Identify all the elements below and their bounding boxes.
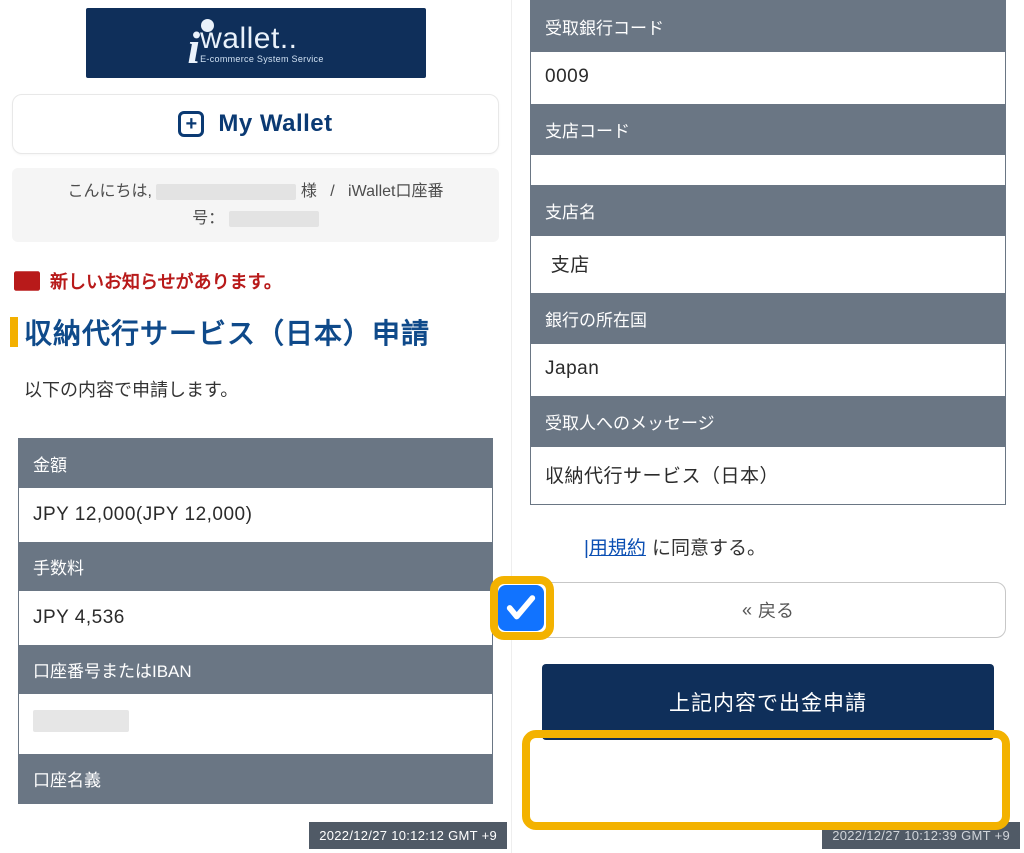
- bankcode-label: 受取銀行コード: [531, 1, 1005, 51]
- branchcode-value: [531, 154, 1005, 185]
- consent-row: |用規約に同意する。: [584, 533, 1006, 560]
- branchcode-label: 支店コード: [531, 104, 1005, 154]
- iban-value: [19, 694, 492, 754]
- greeting-box: こんにちは, 様 / iWallet口座番 号：: [12, 168, 499, 242]
- consent-suffix: に同意する。: [652, 533, 766, 560]
- greeting-acct-label2: 号：: [192, 210, 224, 227]
- branchname-label: 支店名: [531, 185, 1005, 235]
- right-panel: 受取銀行コード 0009 支店コード 支店名 支店 銀行の所在国 Japan 受…: [512, 0, 1024, 853]
- confirm-subnote: 以下の内容で申請します。: [24, 376, 487, 402]
- masked-account-number: [229, 211, 319, 227]
- masked-username: [156, 184, 296, 200]
- fee-value: JPY 4,536: [19, 591, 492, 645]
- timestamp-right: 2022/12/27 10:12:39 GMT +9: [822, 822, 1020, 849]
- message-value: 収納代行サービス（日本）: [531, 446, 1005, 504]
- request-summary-table: 金額 JPY 12,000(JPY 12,000) 手数料 JPY 4,536 …: [18, 438, 493, 804]
- greeting-sama: 様: [301, 183, 317, 200]
- country-label: 銀行の所在国: [531, 293, 1005, 343]
- notice-row[interactable]: 新しいお知らせがあります。: [14, 268, 497, 294]
- branchname-value: 支店: [531, 235, 1005, 293]
- holder-label: 口座名義: [19, 754, 492, 803]
- brand-logo: i wallet.. E-commerce System Service: [86, 8, 426, 78]
- plus-icon: +: [178, 111, 204, 137]
- back-label: 戻る: [758, 597, 794, 623]
- title-accent-bar: [10, 317, 18, 347]
- page-title-text: 収納代行サービス（日本）申請: [24, 312, 430, 352]
- amount-label: 金額: [19, 439, 492, 488]
- submit-label: 上記内容で出金申請: [669, 687, 867, 717]
- bank-details-table: 受取銀行コード 0009 支店コード 支店名 支店 銀行の所在国 Japan 受…: [530, 0, 1006, 505]
- chevron-left-icon: «: [742, 600, 752, 621]
- back-button[interactable]: « 戻る: [530, 582, 1006, 638]
- submit-withdrawal-button[interactable]: 上記内容で出金申請: [542, 664, 994, 740]
- masked-iban: [33, 710, 129, 732]
- message-label: 受取人へのメッセージ: [531, 396, 1005, 446]
- greeting-slash: /: [330, 183, 334, 200]
- my-wallet-label: My Wallet: [218, 110, 332, 138]
- country-value: Japan: [531, 343, 1005, 396]
- timestamp-left: 2022/12/27 10:12:12 GMT +9: [309, 822, 507, 849]
- left-panel: i wallet.. E-commerce System Service + M…: [0, 0, 512, 853]
- bankcode-value: 0009: [531, 51, 1005, 104]
- fee-label: 手数料: [19, 542, 492, 591]
- greeting-hello: こんにちは,: [68, 183, 152, 200]
- logo-wordmark: wallet..: [200, 22, 297, 56]
- terms-link[interactable]: |用規約: [584, 533, 646, 560]
- consent-checkbox[interactable]: [498, 585, 544, 631]
- amount-value: JPY 12,000(JPY 12,000): [19, 488, 492, 542]
- envelope-icon: [14, 271, 40, 291]
- logo-bar: i wallet.. E-commerce System Service: [0, 0, 511, 86]
- iban-label: 口座番号またはIBAN: [19, 645, 492, 694]
- logo-i-glyph: i: [187, 25, 200, 71]
- logo-subtitle: E-commerce System Service: [200, 54, 324, 64]
- greeting-acct-label: iWallet口座番: [348, 183, 443, 200]
- notice-text: 新しいお知らせがあります。: [50, 268, 282, 294]
- page-title: 収納代行サービス（日本）申請: [10, 312, 501, 352]
- branchname-suffix: 支店: [551, 255, 590, 276]
- my-wallet-button[interactable]: + My Wallet: [12, 94, 499, 154]
